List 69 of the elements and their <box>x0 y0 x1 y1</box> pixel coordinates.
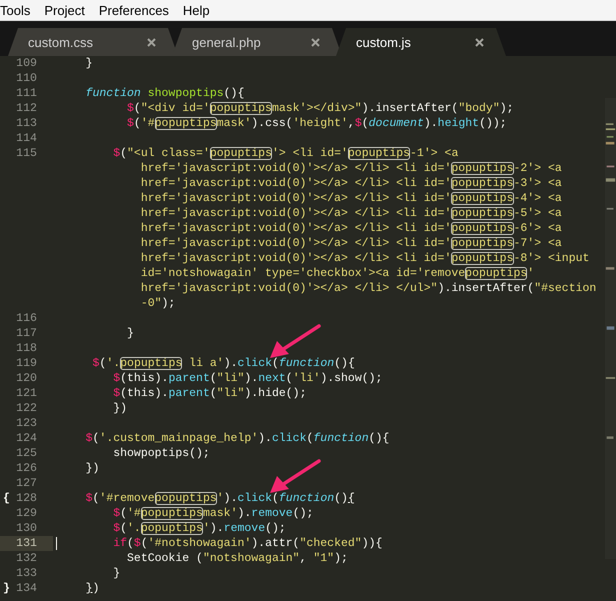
line-number: 124 <box>15 431 38 446</box>
code-line: href='javascript:void(0)'></a> </li> <li id='popuptips-8'> <input <box>140 251 590 266</box>
line-number: 125 <box>15 446 38 461</box>
line-number: 133 <box>15 566 38 581</box>
code-line: href='javascript:void(0)'></a> </li> <li id='popuptips-5'> <a <box>140 206 563 221</box>
code-line: href='javascript:void(0)'></a> </li> <li id='popuptips-4'> <a <box>140 191 563 206</box>
line-number: 130 <box>15 521 38 536</box>
line-number: 127 <box>15 476 38 491</box>
code-line: } <box>126 326 134 341</box>
code-line: href='javascript:void(0)'></a> </li> <li id='popuptips-7'> <a <box>140 236 563 251</box>
line-number: 126 <box>15 461 38 476</box>
code-line: href='javascript:void(0)'></a> </li> <li id='popuptips-3'> <a <box>140 176 563 191</box>
code-line: $('#removepopuptips').click(function(){ <box>84 491 355 506</box>
menu-item[interactable]: Preferences <box>98 2 169 18</box>
code-line: href='javascript:void(0)'></a> </li> <li id='popuptips-6'> <a <box>140 221 563 236</box>
code-line: }) <box>84 581 100 596</box>
code-line: $('.popuptips li a').click(function(){ <box>92 356 355 371</box>
line-number: 129 <box>15 506 38 521</box>
arrow <box>270 459 321 493</box>
line-number: 132 <box>15 551 38 566</box>
line-number: 115 <box>15 146 38 161</box>
line-number: 122 <box>15 401 38 416</box>
line-number: 131 <box>15 536 38 551</box>
menu-item[interactable]: Project <box>44 2 85 18</box>
line-number: 109 <box>15 56 38 71</box>
text-cursor <box>56 537 57 550</box>
line-number: 111 <box>15 86 38 101</box>
line-number: 119 <box>15 356 38 371</box>
code-line: $("<ul class='popuptips'> <li id='popuptips-1'> <a <box>112 146 460 161</box>
code-line: $('.popuptips').remove(); <box>112 521 286 536</box>
code-line: $('.custom_mainpage_help').click(function(){ <box>84 431 390 446</box>
menu-item[interactable]: Help <box>182 2 210 18</box>
code-line: id='notshowagain' type='checkbox'><a id='removepopuptips' <box>140 266 536 281</box>
line-number: 120 <box>15 371 38 386</box>
code-line: $("<div id='popuptipsmask'></div>").insertAfter("body"); <box>126 101 514 116</box>
code-line: SetCookie ("notshowagain", "1"); <box>126 551 348 566</box>
close-icon[interactable] <box>311 38 320 46</box>
line-number: 116 <box>15 311 38 326</box>
code-line: showpoptips(); <box>112 446 210 461</box>
fold-marker[interactable]: } <box>3 581 10 596</box>
close-icon[interactable] <box>475 38 484 46</box>
code-line: -0"); <box>140 296 176 311</box>
code-line: }) <box>84 461 100 476</box>
line-number: 113 <box>15 116 38 131</box>
code-line: $(this).parent("li").next('li').show(); <box>112 371 382 386</box>
code-line: $(this).parent("li").hide(); <box>112 386 306 401</box>
line-number: 123 <box>15 416 38 431</box>
line-number: 118 <box>15 341 38 356</box>
fold-marker[interactable]: { <box>3 491 10 506</box>
code-line: } <box>112 566 120 581</box>
line-number: 117 <box>15 326 38 341</box>
line-number: 128 <box>15 491 38 506</box>
code-line: if($('#notshowagain').attr("checked")){ <box>112 536 382 551</box>
line-number: 110 <box>15 71 38 86</box>
code-line: }) <box>112 401 128 416</box>
line-number: 134 <box>15 581 38 596</box>
line-number: 121 <box>15 386 38 401</box>
code-line: function showpoptips(){ <box>84 86 244 101</box>
close-icon[interactable] <box>147 38 156 46</box>
code-line: $('#popuptipsmask').remove(); <box>112 506 314 521</box>
menu-item[interactable]: Tools <box>0 2 30 18</box>
arrow <box>270 324 321 358</box>
line-number: 112 <box>15 101 38 116</box>
code-line: $('#popuptipsmask').css('height',$(document).height()); <box>126 116 507 131</box>
code-line: href='javascript:void(0)'></a> </li> <li id='popuptips-2'> <a <box>140 161 563 176</box>
code-line: } <box>84 56 93 71</box>
file-tab[interactable]: custom.js <box>336 28 506 56</box>
line-number: 114 <box>15 131 38 146</box>
code-line: href='javascript:void(0)'></a> </li> </ul>").insertAfter("#section <box>140 281 596 296</box>
